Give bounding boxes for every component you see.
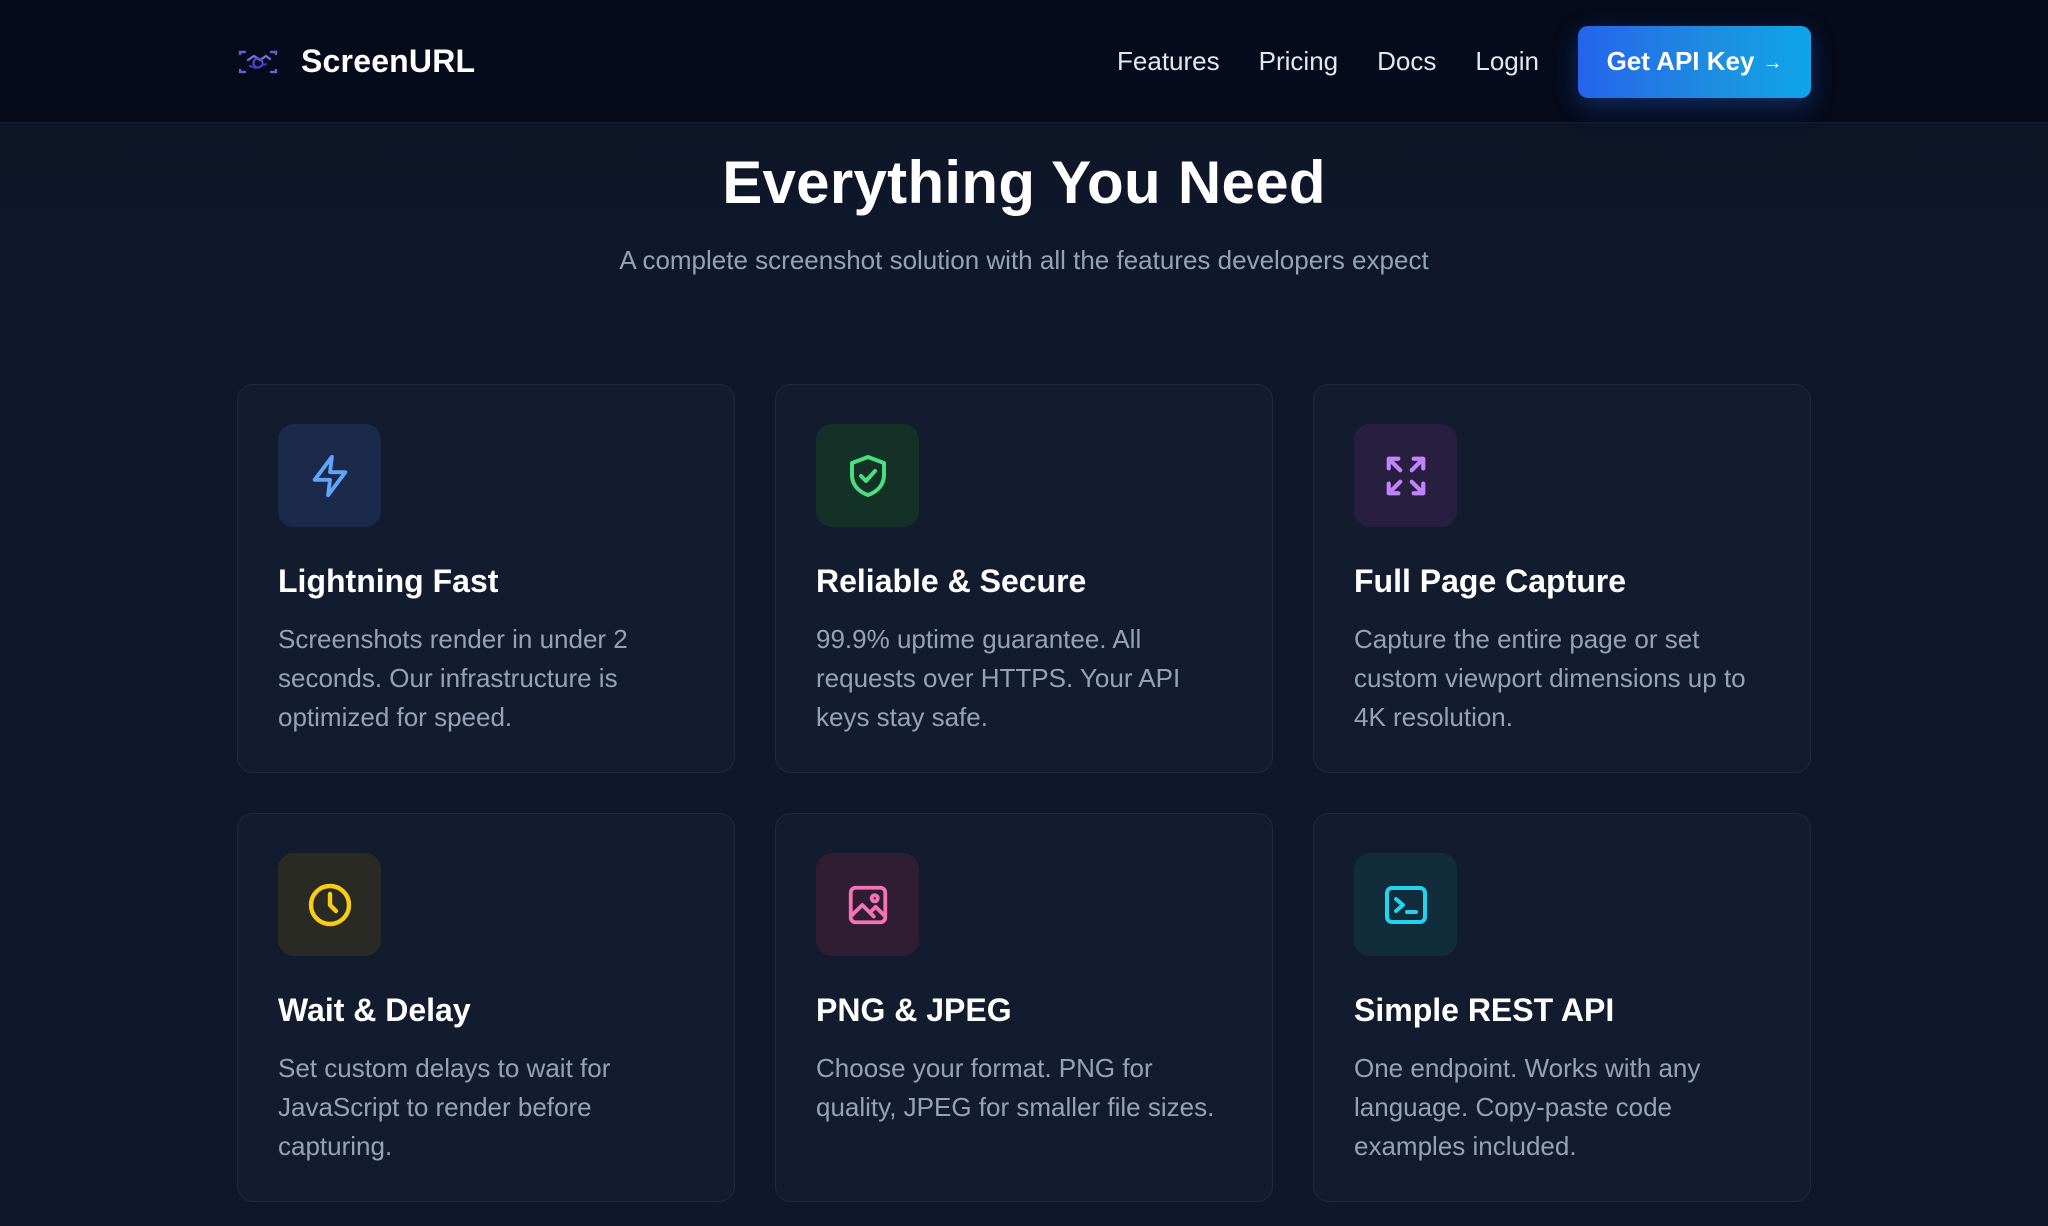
feature-icon-box — [1354, 424, 1457, 527]
feature-description: 99.9% uptime guarantee. All requests ove… — [816, 624, 1181, 732]
clock-icon — [308, 883, 351, 926]
feature-card-wait-delay: Wait & Delay Set custom delays to wait f… — [237, 813, 735, 1202]
feature-title: Wait & Delay — [278, 992, 471, 1028]
feature-icon-box — [816, 853, 919, 956]
section-title: Everything You Need — [722, 149, 1326, 216]
feature-title: PNG & JPEG — [816, 992, 1012, 1028]
nav-link-pricing[interactable]: Pricing — [1259, 46, 1338, 77]
feature-icon-box — [1354, 853, 1457, 956]
section-subtitle: A complete screenshot solution with all … — [619, 245, 1429, 275]
get-api-key-button[interactable]: Get API Key → — [1578, 25, 1811, 98]
header-inner: ScreenURL Features Pricing Docs Login Ge… — [237, 0, 1811, 123]
nav-link-features[interactable]: Features — [1117, 46, 1220, 77]
feature-description: Capture the entire page or set custom vi… — [1354, 624, 1746, 732]
feature-description: Choose your format. PNG for quality, JPE… — [816, 1053, 1215, 1122]
feature-card-simple-rest-api: Simple REST API One endpoint. Works with… — [1313, 813, 1811, 1202]
nav-link-docs[interactable]: Docs — [1377, 46, 1436, 77]
camera-logo-icon — [237, 41, 279, 83]
feature-description: One endpoint. Works with any language. C… — [1354, 1053, 1701, 1161]
expand-icon — [1386, 456, 1425, 495]
lightning-icon — [312, 454, 347, 497]
image-icon — [848, 885, 887, 924]
feature-icon-box — [278, 853, 381, 956]
feature-description: Set custom delays to wait for JavaScript… — [278, 1053, 611, 1161]
get-api-key-label: Get API Key — [1606, 46, 1755, 76]
feature-title: Simple REST API — [1354, 992, 1615, 1028]
feature-card-png-jpeg: PNG & JPEG Choose your format. PNG for q… — [775, 813, 1273, 1202]
brand-link[interactable]: ScreenURL — [237, 41, 475, 83]
feature-icon-box — [816, 424, 919, 527]
feature-title: Full Page Capture — [1354, 563, 1627, 599]
feature-card-lightning-fast: Lightning Fast Screenshots render in und… — [237, 384, 735, 773]
feature-description: Screenshots render in under 2 seconds. O… — [278, 624, 628, 732]
feature-title: Lightning Fast — [278, 563, 499, 599]
terminal-icon — [1384, 885, 1427, 924]
brand-name: ScreenURL — [301, 43, 476, 79]
nav-link-login[interactable]: Login — [1475, 46, 1539, 77]
feature-title: Reliable & Secure — [816, 563, 1087, 599]
feature-card-reliable-secure: Reliable & Secure 99.9% uptime guarantee… — [775, 384, 1273, 773]
feature-icon-box — [278, 424, 381, 527]
site-header: ScreenURL Features Pricing Docs Login Ge… — [0, 0, 2048, 123]
main-nav: Features Pricing Docs Login Get API Key … — [1117, 25, 1811, 98]
feature-card-full-page-capture: Full Page Capture Capture the entire pag… — [1313, 384, 1811, 773]
features-grid: Lightning Fast Screenshots render in und… — [237, 384, 1811, 1202]
arrow-right-icon: → — [1762, 52, 1783, 74]
shield-check-icon — [849, 454, 886, 497]
